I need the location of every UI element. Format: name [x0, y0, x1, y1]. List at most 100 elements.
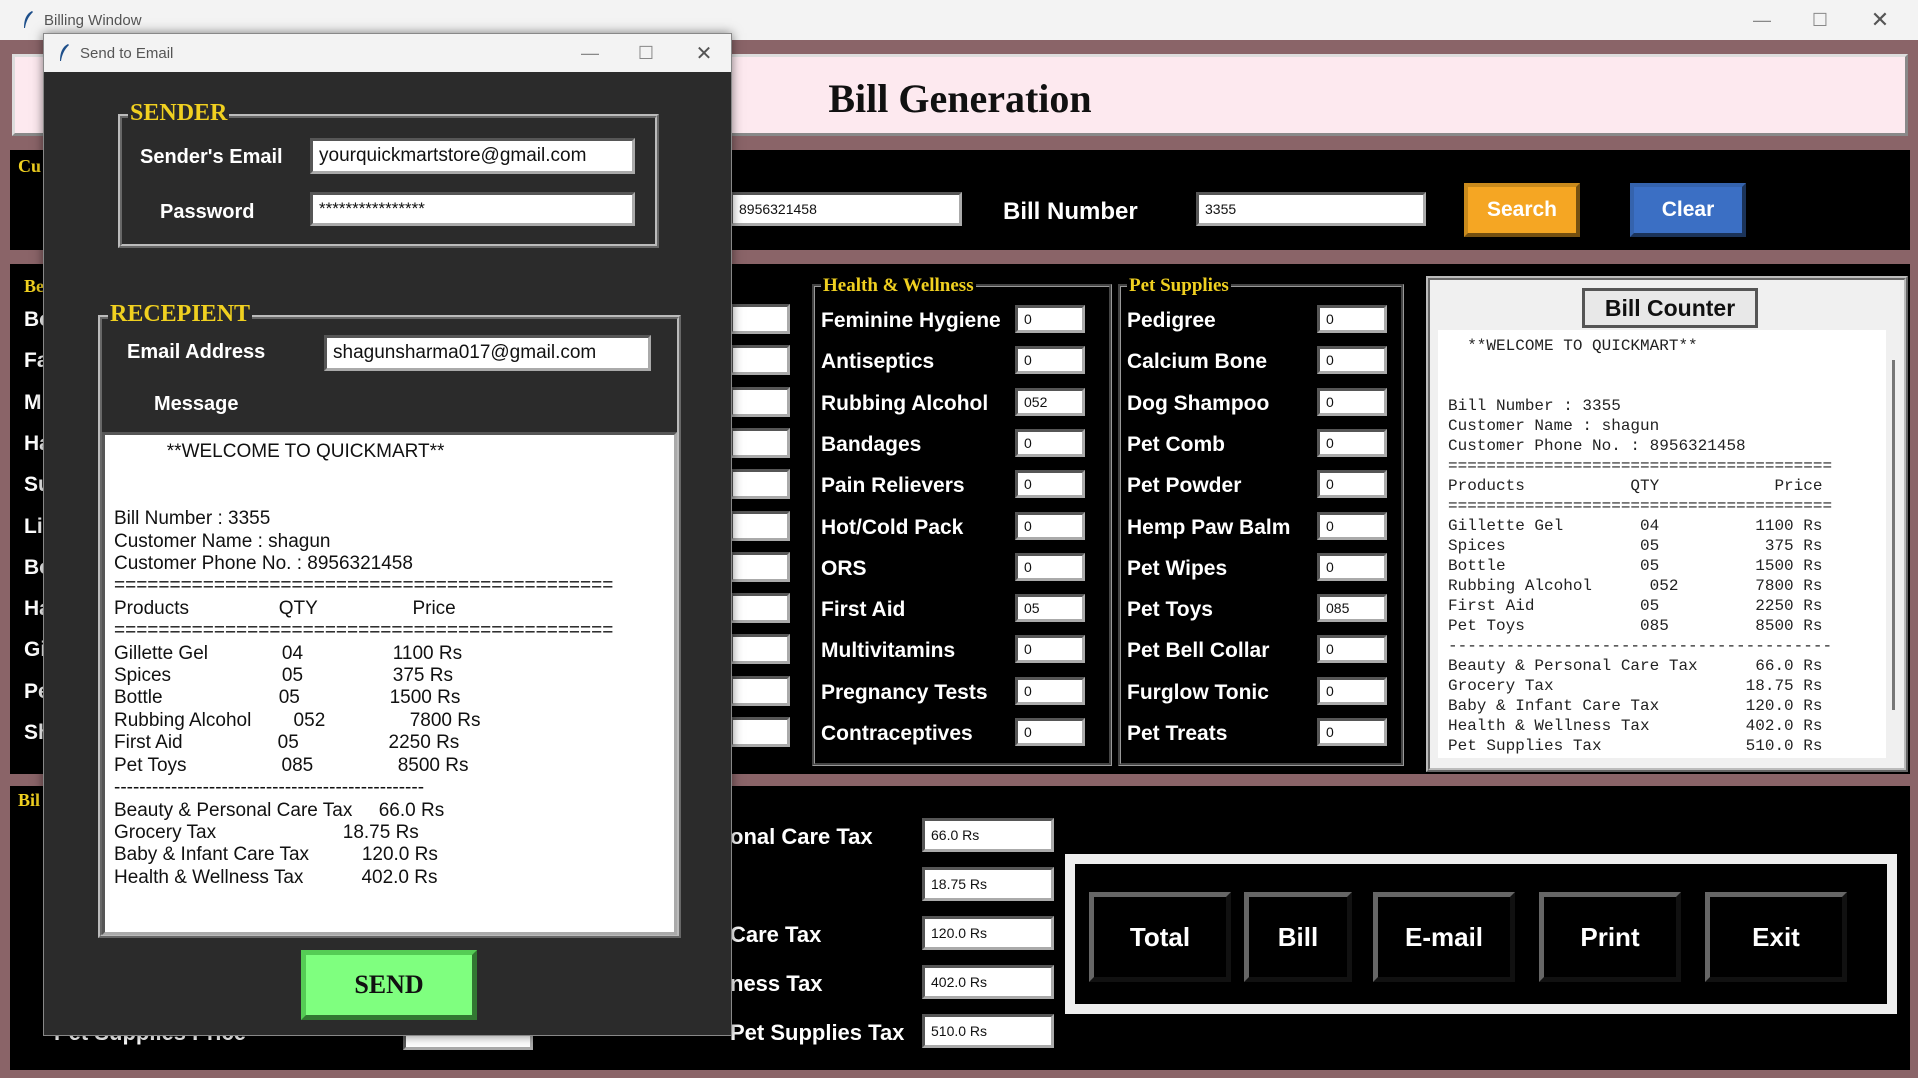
action-buttons-panel: Total Bill E-mail Print Exit	[1065, 854, 1897, 1014]
sender-title: SENDER	[128, 100, 230, 127]
email-button[interactable]: E-mail	[1373, 892, 1515, 982]
print-button[interactable]: Print	[1539, 892, 1681, 982]
health-item-label: ORS	[821, 556, 867, 580]
left-item-input[interactable]	[730, 427, 790, 458]
message-textarea[interactable]: **WELCOME TO QUICKMART** Bill Number : 3…	[102, 432, 677, 935]
pet-item-label: Pedigree	[1127, 309, 1216, 332]
clear-button[interactable]: Clear	[1630, 183, 1746, 237]
dialog-minimize-button[interactable]: —	[562, 34, 618, 72]
health-item-qty-input[interactable]: 0	[1015, 635, 1085, 664]
exit-button[interactable]: Exit	[1705, 892, 1847, 982]
password-label: Password	[160, 201, 255, 223]
left-item-input[interactable]	[730, 510, 790, 541]
health-item-label: Antiseptics	[821, 350, 935, 374]
health-item-qty-input[interactable]: 052	[1015, 387, 1085, 416]
tax-value-field[interactable]: 18.75 Rs	[922, 867, 1054, 901]
left-frame-label: Be	[24, 276, 44, 296]
pet-item-qty-input[interactable]: 085	[1317, 594, 1387, 623]
health-item-label: Feminine Hygiene	[821, 309, 1001, 332]
pet-item-qty-input[interactable]: 0	[1317, 428, 1387, 457]
bill-counter-panel: Bill Counter **WELCOME TO QUICKMART** Bi…	[1426, 276, 1908, 772]
maximize-button[interactable]: ☐	[1792, 0, 1848, 40]
sender-group: SENDER Sender's Email yourquickmartstore…	[118, 100, 659, 248]
health-item-qty-input[interactable]: 0	[1015, 470, 1085, 499]
message-text: **WELCOME TO QUICKMART** Bill Number : 3…	[114, 441, 614, 888]
pet-item-qty-input[interactable]: 0	[1317, 511, 1387, 540]
health-item-label: Bandages	[821, 432, 922, 456]
bill-menu-label: Bil	[18, 790, 41, 810]
close-button[interactable]: ✕	[1852, 0, 1908, 40]
health-item-qty-input[interactable]: 0	[1015, 552, 1085, 581]
health-item-label: Hot/Cold Pack	[821, 515, 964, 539]
dialog-close-button[interactable]: ✕	[676, 34, 732, 72]
bill-number-label: Bill Number	[1003, 198, 1138, 225]
pet-item-qty-input[interactable]: 0	[1317, 676, 1387, 705]
sender-email-input[interactable]: yourquickmartstore@gmail.com	[310, 138, 635, 174]
left-item-input[interactable]	[730, 386, 790, 417]
tax-value-field[interactable]: 66.0 Rs	[922, 818, 1054, 852]
tax-label: onal Care Tax	[730, 824, 873, 849]
bill-counter-scrollbar[interactable]	[1892, 360, 1895, 710]
phone-input[interactable]: 8956321458	[730, 192, 962, 226]
left-item-input[interactable]	[730, 469, 790, 500]
total-button[interactable]: Total	[1089, 892, 1231, 982]
health-item-qty-input[interactable]: 05	[1015, 594, 1085, 623]
pet-item-qty-input[interactable]: 0	[1317, 305, 1387, 333]
tax-label: Pet Supplies Tax	[730, 1020, 905, 1045]
bill-button[interactable]: Bill	[1244, 892, 1352, 982]
left-item-input[interactable]	[730, 345, 790, 376]
recipient-group: RECEPIENT Email Address shagunsharma017@…	[98, 301, 681, 938]
pet-item-qty-input[interactable]: 0	[1317, 552, 1387, 581]
pet-item-label: Furglow Tonic	[1127, 680, 1269, 704]
bill-counter-textarea[interactable]: **WELCOME TO QUICKMART** Bill Number : 3…	[1438, 330, 1886, 758]
email-address-input[interactable]: shagunsharma017@gmail.com	[324, 335, 651, 371]
health-item-qty-input[interactable]: 0	[1015, 305, 1085, 333]
tax-value-field[interactable]: 402.0 Rs	[922, 965, 1054, 999]
pet-item-qty-input[interactable]: 0	[1317, 346, 1387, 375]
left-item-input[interactable]	[730, 717, 790, 747]
tax-value-field[interactable]: 120.0 Rs	[922, 916, 1054, 950]
health-item-label: Pregnancy Tests	[821, 680, 988, 704]
search-button[interactable]: Search	[1464, 183, 1580, 237]
pet-item-label: Pet Comb	[1127, 432, 1226, 456]
bill-counter-title: Bill Counter	[1582, 288, 1758, 328]
health-item-qty-input[interactable]: 0	[1015, 718, 1085, 746]
tax-value-field[interactable]: 510.0 Rs	[922, 1014, 1054, 1048]
pet-item-label: Pet Toys	[1127, 598, 1213, 622]
dialog-titlebar: Send to Email — ☐ ✕	[44, 34, 731, 72]
pet-supplies-title: Pet Supplies	[1127, 275, 1231, 297]
main-window-title: Billing Window	[44, 11, 142, 29]
tax-label: ness Tax	[730, 971, 823, 996]
dialog-title: Send to Email	[80, 44, 174, 62]
customer-frame-label: Cu	[18, 156, 42, 176]
health-item-qty-input[interactable]: 0	[1015, 346, 1085, 375]
pet-item-label: Pet Bell Collar	[1127, 639, 1270, 663]
left-item-input[interactable]	[730, 551, 790, 582]
left-item-input[interactable]	[730, 675, 790, 706]
pet-item-qty-input[interactable]: 0	[1317, 718, 1387, 746]
health-item-qty-input[interactable]: 0	[1015, 428, 1085, 457]
health-item-qty-input[interactable]: 0	[1015, 676, 1085, 705]
health-item-label: Contraceptives	[821, 722, 973, 745]
send-button[interactable]: SEND	[301, 950, 477, 1020]
tax-label: Care Tax	[730, 922, 822, 947]
dialog-maximize-button[interactable]: ☐	[618, 34, 674, 72]
minimize-button[interactable]: —	[1734, 0, 1790, 40]
feather-icon	[60, 44, 69, 61]
message-label: Message	[154, 393, 239, 415]
left-item-label: M	[24, 390, 42, 414]
recipient-title: RECEPIENT	[108, 301, 253, 328]
left-item-input[interactable]	[730, 593, 790, 624]
bill-number-input[interactable]: 3355	[1196, 192, 1426, 226]
left-item-input[interactable]	[730, 304, 790, 334]
password-input[interactable]: ****************	[310, 192, 635, 226]
health-item-qty-input[interactable]: 0	[1015, 511, 1085, 540]
bill-counter-text: **WELCOME TO QUICKMART** Bill Number : 3…	[1448, 337, 1833, 755]
left-item-input[interactable]	[730, 634, 790, 665]
pet-item-qty-input[interactable]: 0	[1317, 470, 1387, 499]
pet-item-label: Dog Shampoo	[1127, 391, 1270, 415]
pet-item-qty-input[interactable]: 0	[1317, 635, 1387, 664]
pet-item-qty-input[interactable]: 0	[1317, 387, 1387, 416]
health-item-label: First Aid	[821, 598, 906, 622]
health-item-label: Pain Relievers	[821, 474, 965, 498]
